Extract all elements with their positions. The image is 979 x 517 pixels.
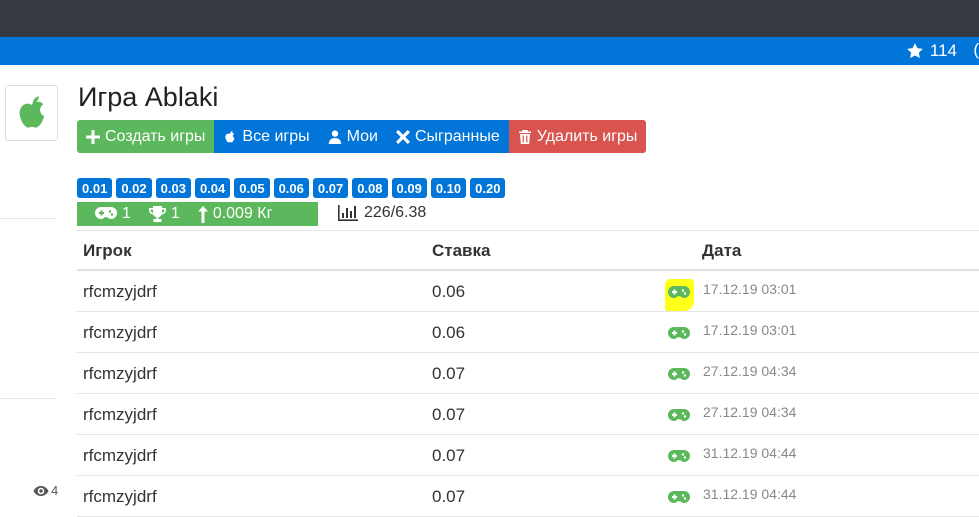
player-name: rfcmzyjdrf (83, 364, 157, 383)
gamepad-icon (95, 207, 117, 219)
profit-value: 0.009 Кг (212, 205, 273, 222)
player-stats: 1 1 0.009 Кг (77, 202, 318, 226)
column-bet: Ставка (432, 241, 491, 260)
sidebar-divider (0, 398, 57, 399)
game-date: 27.12.19 04:34 (703, 404, 797, 420)
bar-chart-icon (338, 205, 358, 221)
bank-value: 226/6.38 (364, 204, 427, 221)
game-date: 27.12.19 04:34 (703, 363, 797, 379)
close-icon (395, 129, 410, 144)
arrow-up-icon (197, 205, 208, 223)
bank-stats: 226/6.38 (338, 204, 426, 222)
wins-count-value: 1 (170, 205, 180, 222)
bet-amount: 0.07 (432, 487, 466, 506)
bet-button[interactable]: 0.04 (194, 178, 231, 198)
player-name: rfcmzyjdrf (83, 282, 157, 301)
top-navbar (0, 0, 979, 37)
table-row[interactable]: rfcmzyjdrf 0.07 31.12.19 04:44 (77, 476, 979, 517)
game-date: 17.12.19 03:01 (703, 281, 797, 297)
game-date: 31.12.19 04:44 (703, 486, 797, 502)
bet-amount: 0.07 (432, 446, 466, 465)
user-bar: 114 ( (0, 37, 979, 65)
sidebar-divider (0, 218, 57, 219)
gamepad-icon[interactable] (668, 327, 690, 341)
gamepad-icon[interactable] (668, 409, 690, 423)
apple-icon (225, 130, 235, 142)
star-count-value: 114 (929, 41, 957, 60)
star-balance[interactable]: 114 (906, 40, 957, 62)
bet-button[interactable]: 0.01 (77, 178, 113, 198)
views-count: 4 (51, 483, 59, 498)
profit: 0.009 Кг (197, 205, 273, 223)
games-count: 1 (95, 205, 131, 223)
user-icon (328, 129, 341, 144)
column-player: Игрок (83, 241, 132, 260)
player-name: rfcmzyjdrf (83, 323, 157, 342)
games-count-value: 1 (122, 205, 131, 222)
bet-filter: 0.01 0.02 0.03 0.04 0.05 0.06 0.07 0.08 … (77, 178, 506, 198)
bet-amount: 0.06 (432, 282, 466, 301)
bet-amount: 0.07 (432, 364, 466, 383)
create-games-label: Создать игры (105, 127, 206, 145)
table-header: Игрок Ставка Дата (77, 230, 979, 271)
bet-button[interactable]: 0.09 (391, 178, 427, 198)
wins-count: 1 (148, 205, 180, 223)
player-name: rfcmzyjdrf (83, 446, 157, 465)
game-logo (5, 85, 58, 141)
bet-button[interactable]: 0.07 (312, 178, 349, 198)
bet-button[interactable]: 0.05 (234, 178, 270, 198)
table-row[interactable]: rfcmzyjdrf 0.07 27.12.19 04:34 (77, 353, 979, 394)
table-row[interactable]: rfcmzyjdrf 0.07 27.12.19 04:34 (77, 394, 979, 435)
gamepad-icon[interactable] (668, 286, 690, 300)
delete-games-label: Удалить игры (536, 127, 638, 145)
gamepad-icon[interactable] (668, 491, 690, 505)
page-title: Игра Ablaki (78, 82, 219, 112)
create-games-button[interactable]: Создать игры (77, 120, 215, 153)
table-row[interactable]: rfcmzyjdrf 0.06 17.12.19 03:01 (77, 312, 979, 353)
trophy-icon (148, 206, 166, 222)
eye-icon (33, 485, 49, 496)
delete-games-button[interactable]: Удалить игры (508, 120, 647, 153)
bet-amount: 0.07 (432, 405, 466, 424)
trash-icon (518, 129, 531, 144)
bet-button[interactable]: 0.10 (430, 178, 467, 198)
edge-glyph: ( (973, 40, 979, 59)
bet-amount: 0.06 (432, 323, 466, 342)
table-row[interactable]: rfcmzyjdrf 0.07 31.12.19 04:44 (77, 435, 979, 476)
views-counter: 4 (33, 483, 58, 498)
gamepad-icon[interactable] (668, 450, 690, 464)
game-date: 17.12.19 03:01 (703, 322, 797, 338)
star-icon (907, 43, 923, 59)
bet-button[interactable]: 0.06 (273, 178, 309, 198)
games-table: Игрок Ставка Дата rfcmzyjdrf 0.06 17.12.… (77, 230, 979, 517)
my-games-button[interactable]: Мои (318, 120, 387, 153)
game-actions: Создать игры Все игры Мои Сыгранные Удал… (77, 120, 647, 153)
table-row[interactable]: rfcmzyjdrf 0.06 17.12.19 03:01 (77, 271, 979, 312)
column-date: Дата (702, 241, 742, 260)
played-games-button[interactable]: Сыгранные (386, 120, 509, 153)
gamepad-icon[interactable] (668, 368, 690, 382)
player-name: rfcmzyjdrf (83, 405, 157, 424)
player-name: rfcmzyjdrf (83, 487, 157, 506)
game-date: 31.12.19 04:44 (703, 445, 797, 461)
plus-icon (86, 129, 100, 144)
my-games-label: Мои (346, 127, 378, 145)
apple-icon (19, 96, 44, 128)
all-games-button[interactable]: Все игры (214, 120, 319, 153)
bet-button[interactable]: 0.08 (352, 178, 388, 198)
all-games-label: Все игры (242, 127, 310, 145)
bet-button[interactable]: 0.20 (470, 178, 506, 198)
bet-button[interactable]: 0.02 (116, 178, 152, 198)
bet-button[interactable]: 0.03 (155, 178, 191, 198)
played-games-label: Сыгранные (414, 127, 500, 145)
